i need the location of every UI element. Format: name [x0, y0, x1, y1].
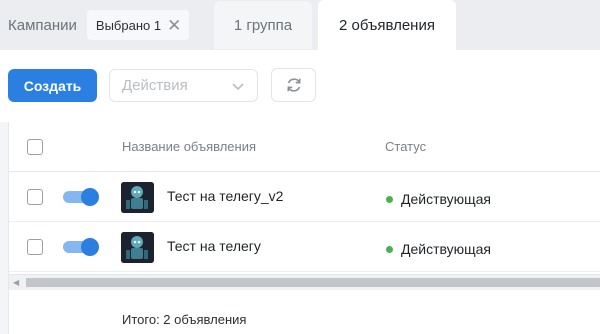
toggle-knob	[81, 238, 99, 256]
status-label: Действующая	[401, 241, 492, 257]
ads-table: Название объявления Статус Тест на телег…	[8, 122, 600, 334]
row-checkbox[interactable]	[27, 239, 43, 255]
robot-image-icon	[121, 232, 154, 263]
tab-campaigns-label: Кампании	[8, 16, 77, 34]
status-label: Действующая	[401, 191, 492, 207]
ad-name[interactable]: Тест на телегу	[167, 238, 261, 254]
actions-select-placeholder: Действия	[122, 77, 188, 94]
ad-enabled-toggle[interactable]	[63, 188, 99, 206]
horizontal-scrollbar[interactable]: ◀	[9, 274, 600, 290]
status-dot-icon	[386, 195, 393, 203]
robot-image-icon	[121, 182, 154, 213]
select-all-checkbox[interactable]	[27, 139, 43, 155]
selected-chip-label: Выбрано 1	[95, 17, 162, 33]
column-header-status[interactable]: Статус	[385, 139, 426, 154]
row-checkbox[interactable]	[27, 189, 43, 205]
actions-select[interactable]: Действия	[109, 69, 258, 102]
status-dot-icon	[386, 245, 393, 253]
ad-name[interactable]: Тест на телегу_v2	[167, 188, 283, 204]
toolbar: Создать Действия	[0, 50, 600, 122]
total-count: Итого: 2 объявления	[122, 312, 247, 327]
tab-campaigns[interactable]: Кампании Выбрано 1 ✕	[0, 0, 210, 50]
refresh-button[interactable]	[271, 68, 316, 102]
toggle-knob	[81, 188, 99, 206]
tab-groups[interactable]: 1 группа	[214, 1, 312, 49]
selected-chip: Выбрано 1 ✕	[86, 10, 190, 40]
ad-thumbnail-image	[121, 232, 154, 263]
column-header-name[interactable]: Название объявления	[122, 139, 256, 154]
tab-bar: Кампании Выбрано 1 ✕ 1 группа 2 объявлен…	[0, 0, 600, 50]
tab-groups-label: 1 группа	[233, 16, 293, 34]
ad-enabled-toggle[interactable]	[63, 238, 99, 256]
close-icon[interactable]: ✕	[167, 17, 181, 34]
chevron-down-icon	[232, 83, 244, 91]
table-row[interactable]: Тест на телегу_v2 Действующая	[9, 172, 600, 222]
table-header: Название объявления Статус	[9, 122, 600, 172]
refresh-icon	[286, 78, 301, 92]
scroll-left-icon[interactable]: ◀	[13, 278, 19, 287]
tab-ads-label: 2 объявления	[339, 16, 435, 34]
create-button[interactable]: Создать	[8, 69, 97, 102]
status-badge: Действующая	[386, 191, 491, 207]
ad-thumbnail-image	[121, 182, 154, 213]
scrollbar-thumb[interactable]	[26, 278, 600, 287]
table-row[interactable]: Тест на телегу Действующая	[9, 222, 600, 272]
tab-ads[interactable]: 2 объявления	[318, 0, 456, 50]
status-badge: Действующая	[386, 241, 491, 257]
